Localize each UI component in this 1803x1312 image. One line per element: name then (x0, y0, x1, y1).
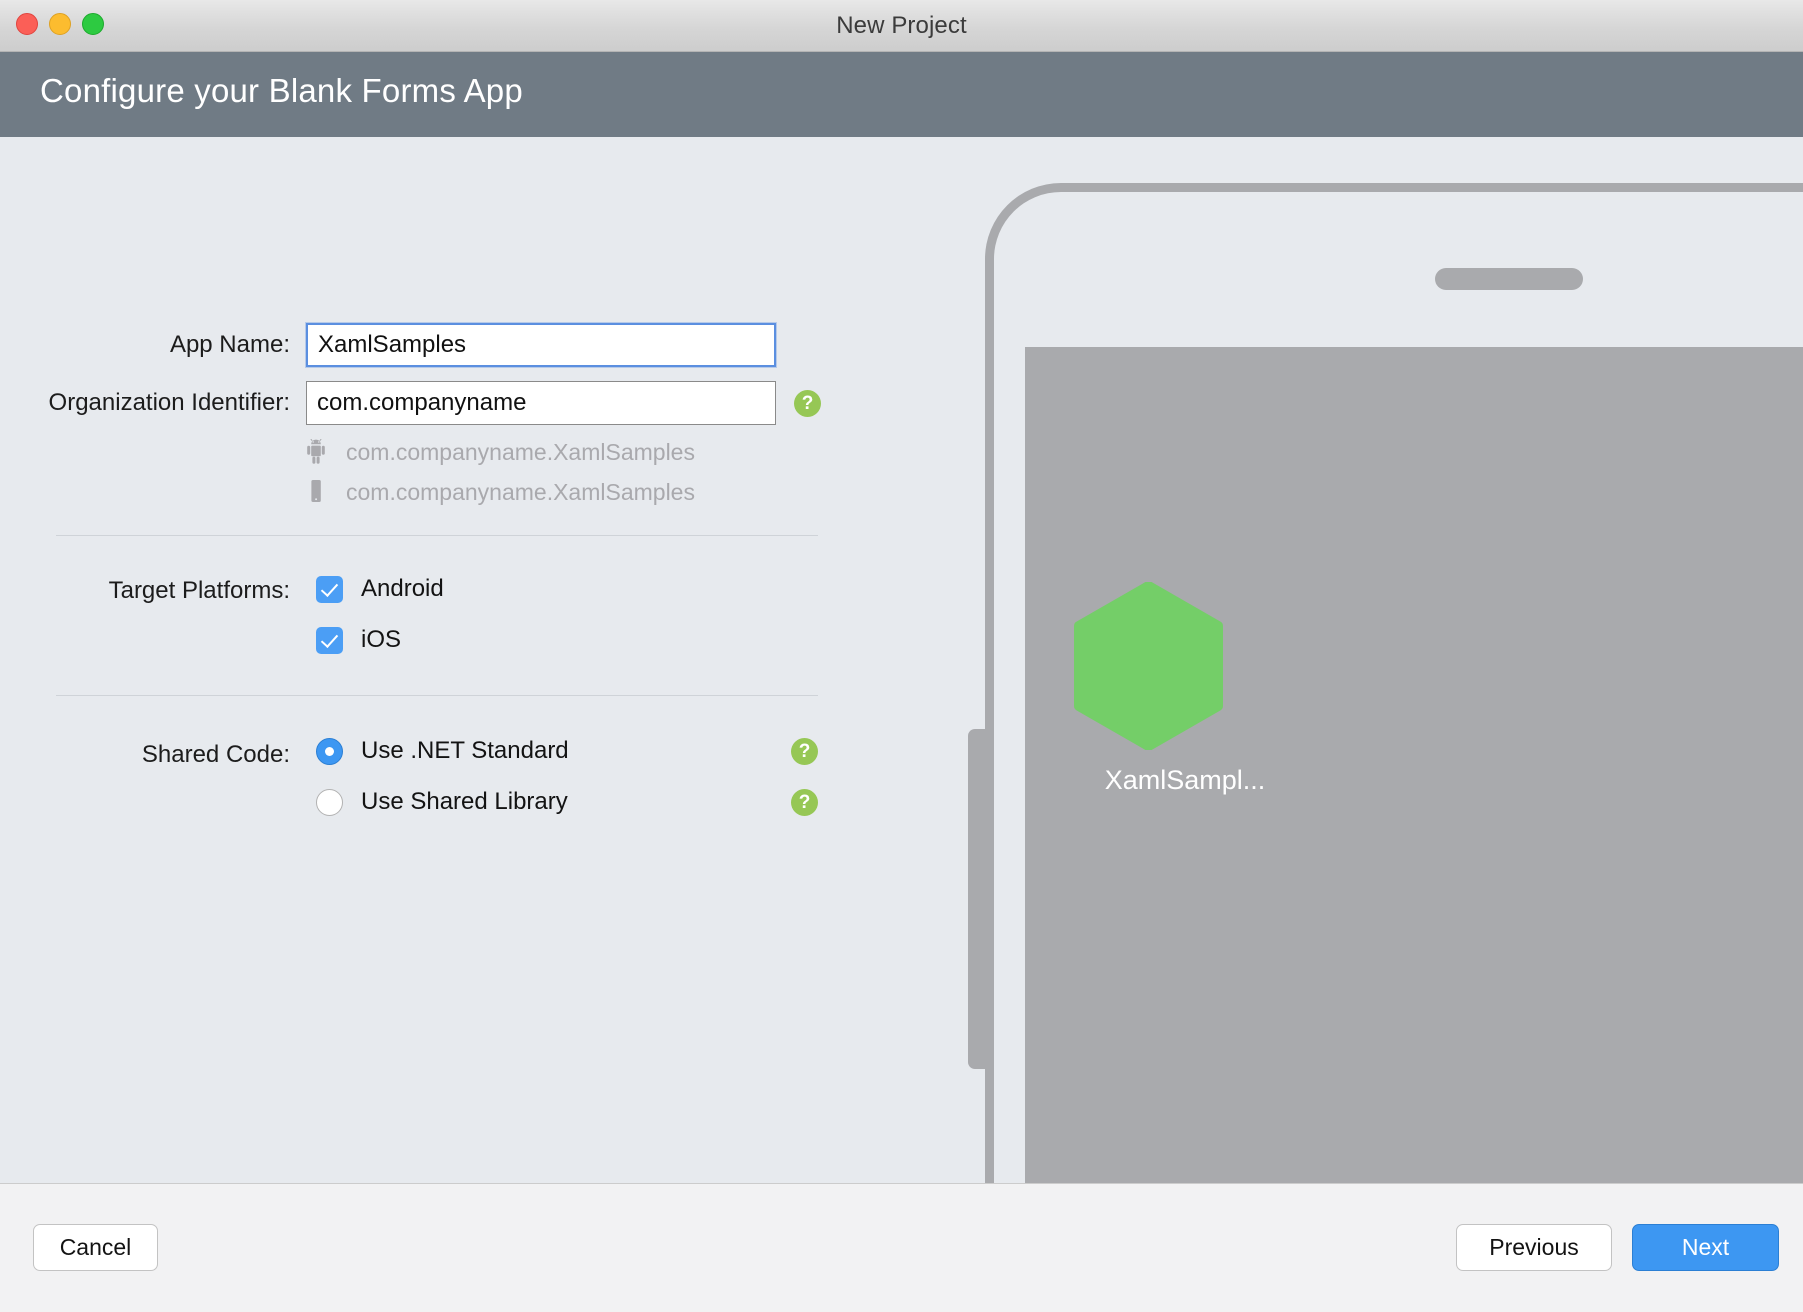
organization-identifier-label: Organization Identifier: (0, 389, 290, 417)
radio-shared-library[interactable] (316, 789, 343, 816)
wizard-header: Configure your Blank Forms App (0, 52, 1803, 137)
organization-identifier-row: Organization Identifier: ? (0, 381, 1000, 425)
organization-identifier-input[interactable] (306, 381, 776, 425)
new-project-window: New Project Configure your Blank Forms A… (0, 0, 1803, 1312)
bundle-preview-ios: com.companyname.XamlSamples (306, 477, 695, 507)
cancel-button[interactable]: Cancel (33, 1224, 158, 1271)
android-robot-icon (306, 439, 326, 465)
radio-row-shared-library[interactable]: Use Shared Library ? (316, 788, 818, 816)
checkbox-ios[interactable] (316, 627, 343, 654)
window-title: New Project (0, 0, 1803, 52)
checkbox-ios-label: iOS (361, 626, 401, 654)
phone-volume-button (968, 729, 985, 1069)
radio-net-standard[interactable] (316, 738, 343, 765)
target-platforms-label: Target Platforms: (0, 577, 290, 605)
wizard-footer: Cancel Previous Next (0, 1183, 1803, 1312)
app-name-preview-label: XamlSampl... (1055, 765, 1315, 796)
help-icon[interactable]: ? (794, 390, 821, 417)
section-divider (56, 695, 818, 696)
help-icon[interactable]: ? (791, 738, 818, 765)
app-name-label: App Name: (0, 331, 290, 359)
section-divider (56, 535, 818, 536)
app-name-row: App Name: (0, 323, 1000, 367)
radio-net-standard-label: Use .NET Standard (361, 737, 569, 765)
window-titlebar: New Project (0, 0, 1803, 52)
page-title: Configure your Blank Forms App (40, 72, 523, 110)
bundle-preview-text: com.companyname.XamlSamples (346, 439, 695, 466)
app-hexagon-icon (1071, 582, 1226, 750)
iphone-icon (306, 479, 326, 505)
radio-shared-library-label: Use Shared Library (361, 788, 568, 816)
checkbox-android-label: Android (361, 575, 444, 603)
radio-row-net-standard[interactable]: Use .NET Standard ? (316, 737, 818, 765)
wizard-body: App Name: Organization Identifier: ? (0, 137, 1803, 1183)
checkbox-row-android[interactable]: Android (316, 575, 444, 603)
device-preview: XamlSampl... (985, 183, 1803, 1183)
previous-button[interactable]: Previous (1456, 1224, 1612, 1271)
help-icon[interactable]: ? (791, 789, 818, 816)
phone-screen: XamlSampl... (1025, 347, 1803, 1183)
shared-code-label: Shared Code: (0, 741, 290, 769)
checkbox-row-ios[interactable]: iOS (316, 626, 401, 654)
bundle-preview-android: com.companyname.XamlSamples (306, 437, 695, 467)
bundle-preview-text: com.companyname.XamlSamples (346, 479, 695, 506)
phone-speaker-icon (1435, 268, 1583, 290)
app-name-input[interactable] (306, 323, 776, 367)
checkbox-android[interactable] (316, 576, 343, 603)
next-button[interactable]: Next (1632, 1224, 1779, 1271)
configuration-form: App Name: Organization Identifier: ? (0, 137, 1000, 1183)
